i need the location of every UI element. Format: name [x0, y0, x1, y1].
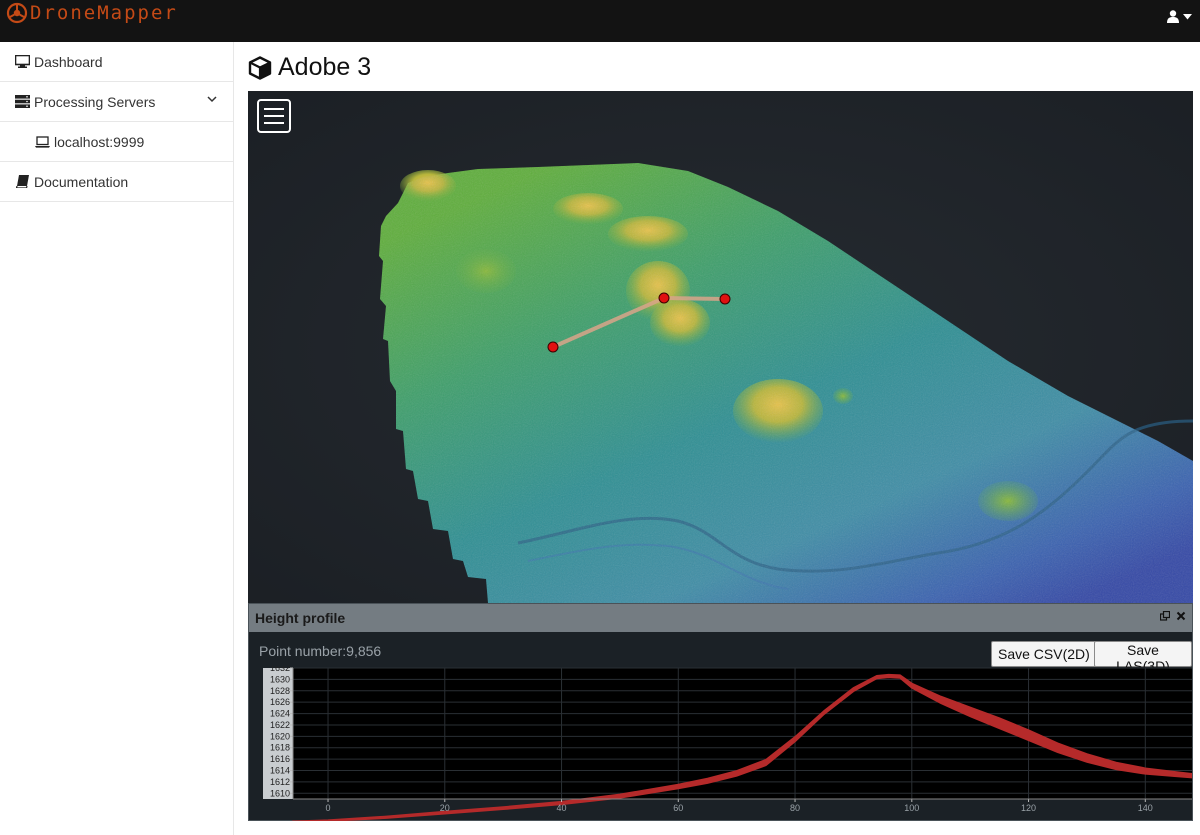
point-number-value: 9,856	[346, 643, 382, 659]
popout-icon[interactable]	[1160, 611, 1170, 621]
sidebar: Dashboard Processing Servers localhost:9…	[0, 42, 234, 835]
server-icon	[14, 95, 30, 109]
hamburger-icon-line	[264, 122, 284, 124]
hamburger-icon	[264, 108, 284, 110]
y-tick-label: 1620	[270, 731, 290, 741]
y-tick-label: 1618	[270, 743, 290, 753]
chevron-down-icon[interactable]	[207, 96, 217, 103]
y-tick-label: 1610	[270, 788, 290, 798]
point-cloud-render[interactable]	[248, 91, 1193, 603]
sidebar-item-dashboard[interactable]: Dashboard	[0, 42, 233, 82]
page-title: Adobe 3	[248, 53, 371, 82]
point-number: Point number:9,856	[259, 643, 381, 659]
chart-plot-area	[293, 668, 1192, 799]
project-title: Adobe 3	[278, 53, 372, 81]
y-tick-label: 1632	[270, 666, 290, 673]
sidebar-item-label: Documentation	[34, 173, 129, 190]
x-tick-label: 120	[1021, 803, 1036, 813]
brand-logo[interactable]: DroneMapper	[6, 2, 178, 24]
sidebar-item-label: Processing Servers	[34, 93, 156, 110]
y-tick-label: 1622	[270, 720, 290, 730]
save-csv-button[interactable]: Save CSV(2D)	[991, 641, 1097, 667]
viewer-menu-button[interactable]	[257, 99, 291, 133]
y-tick-label: 1614	[270, 766, 290, 776]
sidebar-item-localhost[interactable]: localhost:9999	[0, 122, 233, 162]
dronemapper-logo-icon	[6, 2, 28, 24]
measure-point[interactable]	[547, 341, 559, 353]
height-profile-chart-svg[interactable]: 161016121614 16161618 162016221624 16261628…	[249, 663, 1192, 823]
y-tick-label: 1612	[270, 777, 290, 787]
x-tick-label: 40	[557, 803, 567, 813]
x-tick-label: 0	[326, 803, 331, 813]
height-profile-header: Height profile	[249, 604, 1192, 632]
height-profile-chart[interactable]: 1610 1612 1614 1616 1618 1620 1622 1624 1626 1628…	[249, 663, 1192, 823]
measure-point[interactable]	[658, 292, 670, 304]
close-icon[interactable]	[1176, 611, 1186, 621]
brand-name: DroneMapper	[30, 2, 178, 24]
x-tick-label: 140	[1138, 803, 1153, 813]
user-menu-toggle[interactable]	[1167, 10, 1192, 23]
y-tick-label: 1626	[270, 697, 290, 707]
height-profile-title: Height profile	[255, 610, 346, 626]
x-tick-label: 20	[440, 803, 450, 813]
measure-point[interactable]	[719, 293, 731, 305]
y-tick-label: 1628	[270, 686, 290, 696]
point-cloud-viewer[interactable]	[248, 91, 1193, 603]
sidebar-item-label: localhost:9999	[54, 133, 145, 150]
y-tick-label: 1630	[270, 674, 290, 684]
sidebar-item-documentation[interactable]: Documentation	[0, 162, 233, 202]
monitor-icon	[14, 55, 30, 69]
x-tick-label: 100	[904, 803, 919, 813]
user-icon	[1167, 10, 1179, 23]
laptop-icon	[34, 135, 50, 149]
cube-icon	[248, 55, 272, 80]
y-tick-label: 1616	[270, 754, 290, 764]
save-las-button[interactable]: Save LAS(3D)	[1094, 641, 1192, 674]
x-tick-label: 80	[790, 803, 800, 813]
hamburger-icon-line	[264, 115, 284, 117]
book-icon	[14, 175, 30, 189]
top-navbar: DroneMapper	[0, 0, 1200, 42]
x-tick-label: 60	[673, 803, 683, 813]
caret-down-icon	[1183, 13, 1192, 19]
sidebar-item-label: Dashboard	[34, 53, 103, 70]
point-number-label: Point number:	[259, 643, 347, 659]
y-tick-label: 1624	[270, 709, 290, 719]
sidebar-item-processing-servers[interactable]: Processing Servers	[0, 82, 233, 122]
height-profile-panel: Height profile Point number:9,856 Save C…	[248, 603, 1193, 823]
